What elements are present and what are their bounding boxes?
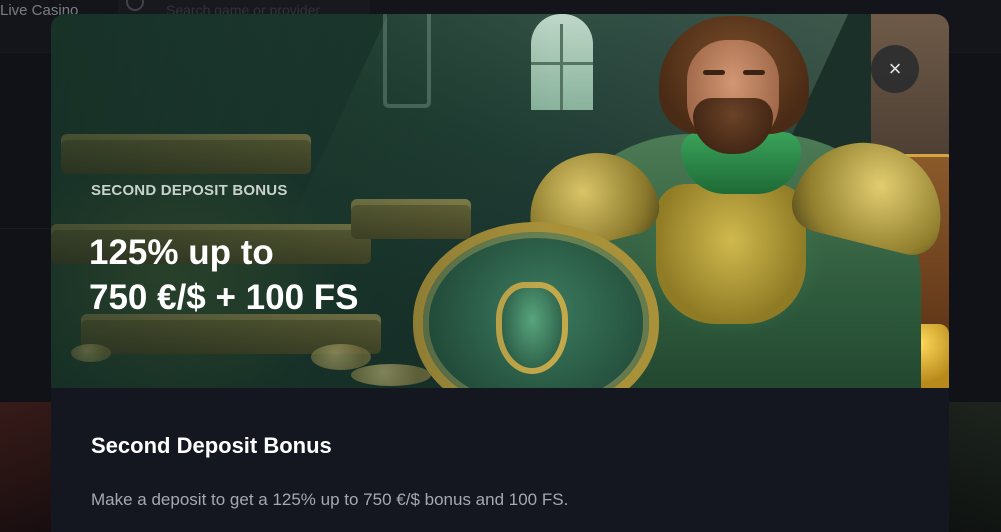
hero-eyebrow: SECOND DEPOSIT BONUS [91,182,288,199]
modal-title: Second Deposit Bonus [91,433,332,458]
warrior-brow [703,70,725,75]
bonus-hero-banner: SECOND DEPOSIT BONUS 125% up to 750 €/$ … [51,14,949,388]
close-button[interactable]: × [871,45,919,93]
warrior-brow [743,70,765,75]
hero-text-shade [51,14,551,388]
bonus-modal: SECOND DEPOSIT BONUS 125% up to 750 €/$ … [51,14,949,532]
hero-headline: 125% up to 750 €/$ + 100 FS [89,230,359,320]
hero-headline-line: 750 €/$ + 100 FS [89,278,359,317]
close-icon: × [888,56,902,81]
modal-description: Make a deposit to get a 125% up to 750 €… [91,490,569,509]
hero-headline-line: 125% up to [89,233,274,272]
warrior-chest-plate [656,184,806,324]
